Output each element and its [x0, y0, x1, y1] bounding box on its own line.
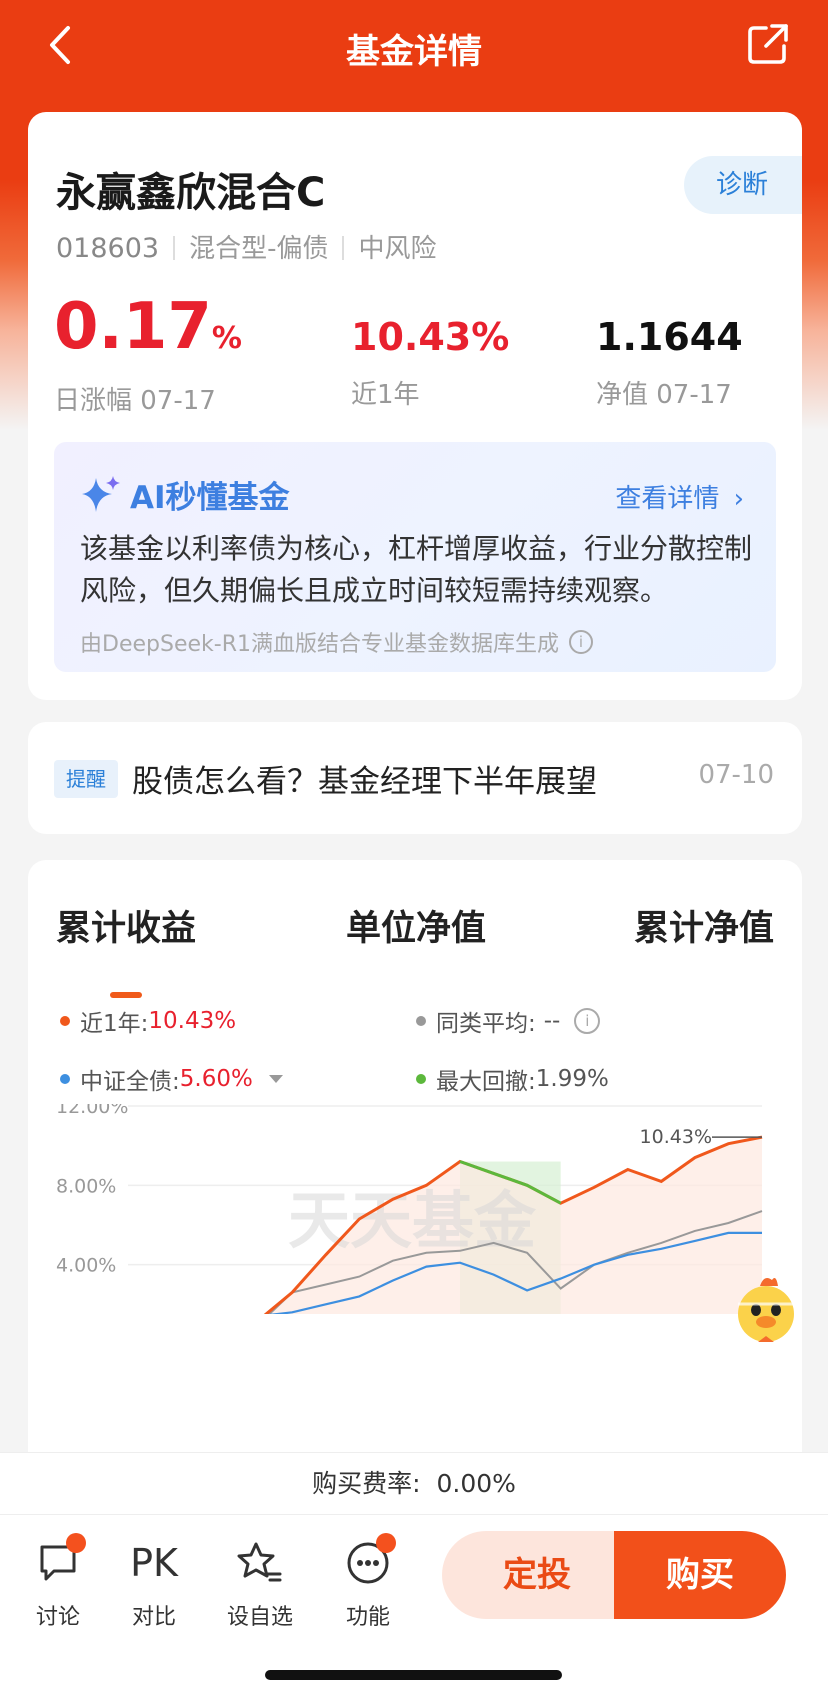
compare-label: 对比 — [131, 1605, 176, 1630]
end-value-label: 10.43% — [640, 1126, 712, 1148]
discuss-button[interactable]: 讨论 — [18, 1533, 98, 1631]
legend-drawdown-value: 1.99% — [535, 1066, 609, 1092]
y-tick-label: 4.00% — [56, 1255, 116, 1277]
y-tick-label: 8.00% — [56, 1175, 116, 1197]
ai-footer-text: 由DeepSeek-R1满血版结合专业基金数据库生成 — [80, 632, 559, 657]
pk-icon: PK — [130, 1541, 178, 1585]
functions-label: 功能 — [345, 1605, 390, 1630]
fund-name: 永赢鑫欣混合C — [56, 170, 326, 216]
reminder-text: 股债怎么看？基金经理下半年展望 — [132, 764, 597, 800]
reminder-tag: 提醒 — [54, 760, 118, 798]
ai-title-text: AI秒懂基金 — [130, 480, 290, 516]
bottom-action-bar: 讨论 PK 对比 设自选 功能 定投 购买 — [0, 1514, 828, 1696]
star-list-icon — [237, 1542, 282, 1582]
tab-cumulative-nav[interactable]: 累计净值 — [634, 900, 774, 951]
legend-peer: 同类平均: -- i — [416, 1004, 601, 1038]
legend-index-label: 中证全债: — [80, 1069, 180, 1095]
discuss-label: 讨论 — [35, 1605, 80, 1630]
nav-bar: 基金详情 — [0, 0, 828, 92]
add-watchlist-button[interactable]: 设自选 — [220, 1537, 300, 1631]
compare-button[interactable]: PK 对比 — [114, 1537, 194, 1631]
return-chart[interactable]: 12.00% 8.00% 4.00% 天天基金 10.43% — [28, 1104, 802, 1314]
legend-drawdown: 最大回撤: 1.99% — [416, 1062, 609, 1096]
legend-dot — [60, 1016, 70, 1026]
legend-peer-value: -- — [543, 1008, 561, 1034]
year-return-stat: 10.43% 近1年 — [351, 312, 509, 411]
reminder-card[interactable]: 提醒 股债怎么看？基金经理下半年展望 07-10 — [28, 722, 802, 834]
buy-button[interactable]: 购买 — [614, 1531, 786, 1619]
nav-stat: 1.1644 净值 07-17 — [596, 312, 743, 411]
info-icon[interactable]: i — [568, 630, 593, 654]
auto-invest-button[interactable]: 定投 — [442, 1531, 632, 1619]
watermark-text: 天天基金 — [288, 1184, 537, 1257]
divider — [173, 236, 176, 260]
functions-button[interactable]: 功能 — [328, 1533, 408, 1631]
legend-peer-label: 同类平均: — [436, 1011, 536, 1037]
legend-fund-label: 近1年: — [80, 1011, 149, 1037]
mascot-icon[interactable] — [730, 1270, 804, 1348]
daily-change-stat: 0.17% 日涨幅 07-17 — [54, 292, 242, 417]
chevron-right-icon: › — [733, 484, 744, 514]
divider — [342, 236, 345, 260]
legend-dot — [60, 1074, 70, 1084]
watchlist-label: 设自选 — [226, 1605, 293, 1630]
reminder-date: 07-10 — [698, 760, 774, 790]
legend-index-value: 5.60% — [179, 1066, 253, 1092]
home-indicator — [265, 1670, 562, 1680]
fee-value: 0.00% — [436, 1469, 516, 1498]
daily-change-label: 日涨幅 07-17 — [54, 386, 216, 416]
legend-index[interactable]: 中证全债: 5.60% — [60, 1062, 283, 1096]
fee-bar: 购买费率: 0.00% — [0, 1452, 828, 1514]
fund-code: 018603 — [56, 233, 160, 264]
notification-badge — [66, 1533, 86, 1553]
legend-dot — [416, 1016, 426, 1026]
chart-tabs: 累计收益 单位净值 累计净值 — [28, 900, 802, 998]
legend-fund-value: 10.43% — [148, 1008, 237, 1034]
tab-unit-nav[interactable]: 单位净值 — [346, 900, 486, 951]
fund-risk: 中风险 — [358, 234, 437, 264]
legend-fund: 近1年: 10.43% — [60, 1004, 236, 1038]
year-return-label: 近1年 — [351, 380, 420, 410]
daily-change-value: 0.17 — [54, 290, 212, 364]
legend-dot — [416, 1074, 426, 1084]
ai-description: 该基金以利率债为核心，杠杆增厚收益，行业分散控制风险，但久期偏长且成立时间较短需… — [80, 532, 753, 607]
nav-label: 净值 07-17 — [596, 380, 732, 410]
tab-indicator — [110, 992, 142, 998]
fund-type: 混合型-偏债 — [189, 234, 329, 264]
ai-title: AI秒懂基金 — [80, 472, 290, 517]
legend-drawdown-label: 最大回撤: — [436, 1069, 536, 1095]
sparkle-icon — [82, 475, 120, 512]
fund-meta: 018603 混合型-偏债 中风险 — [56, 228, 436, 265]
fund-summary-card: 永赢鑫欣混合C 诊断 018603 混合型-偏债 中风险 0.17% 日涨幅 07-… — [28, 112, 802, 700]
daily-change-unit: % — [211, 321, 242, 356]
year-return-value: 10.43% — [351, 315, 510, 359]
info-icon[interactable]: i — [574, 1008, 601, 1034]
ai-view-details-label: 查看详情 — [615, 484, 720, 514]
ai-summary-box[interactable]: AI秒懂基金 查看详情 › 该基金以利率债为核心，杠杆增厚收益，行业分散控制风险… — [54, 442, 776, 672]
caret-down-icon — [268, 1075, 283, 1083]
share-icon[interactable] — [746, 22, 790, 66]
tab-cumulative-return[interactable]: 累计收益 — [56, 900, 196, 951]
diagnose-button[interactable]: 诊断 — [684, 156, 802, 214]
page-title: 基金详情 — [346, 32, 482, 72]
nav-value: 1.1644 — [596, 315, 743, 359]
y-tick-label: 12.00% — [56, 1104, 128, 1118]
fee-label: 购买费率: — [312, 1469, 421, 1498]
ai-footer: 由DeepSeek-R1满血版结合专业基金数据库生成 i — [80, 626, 593, 658]
notification-badge — [376, 1533, 396, 1553]
ai-view-details-link[interactable]: 查看详情 › — [615, 478, 744, 515]
